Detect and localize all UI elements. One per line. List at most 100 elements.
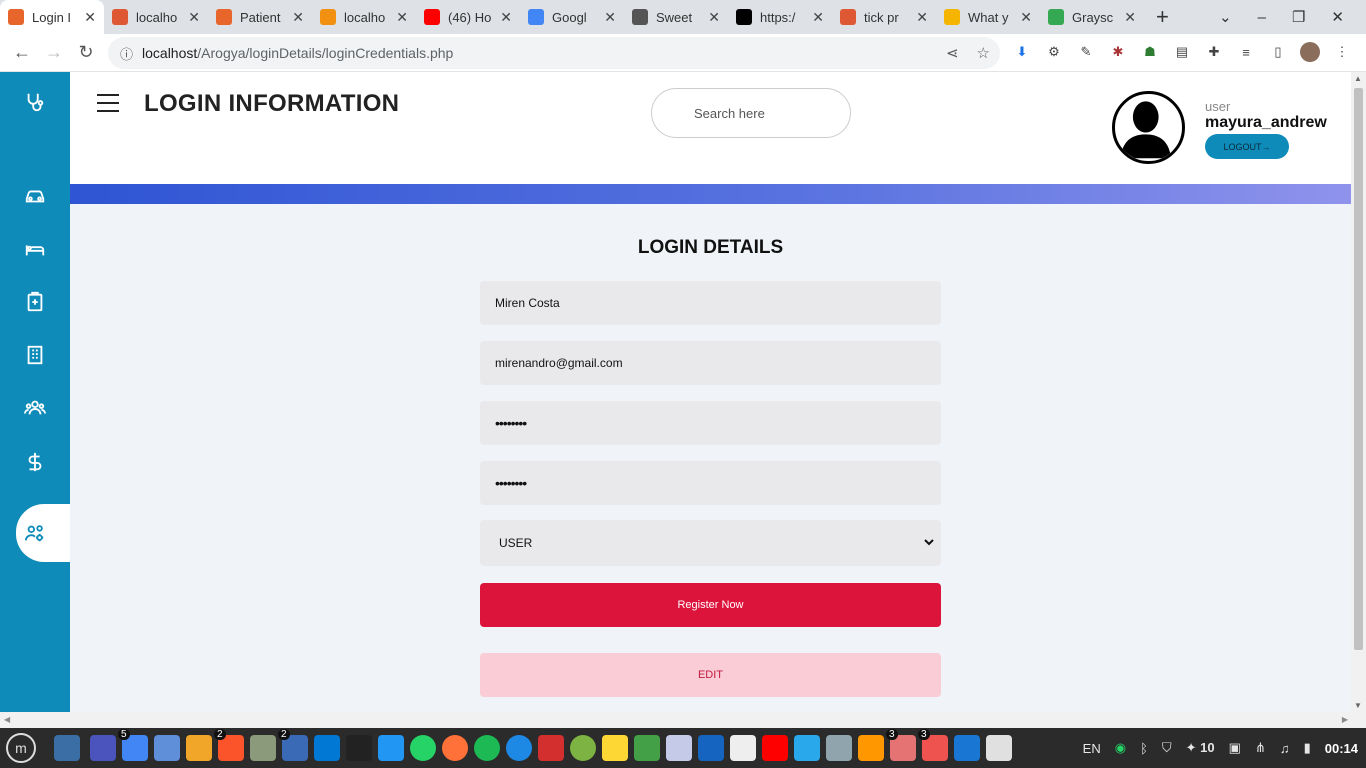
- horizontal-scrollbar[interactable]: ◀ ▶: [0, 712, 1366, 728]
- browser-tab[interactable]: Graysc ✕: [1040, 0, 1144, 34]
- sidebar-item-records[interactable]: [0, 282, 70, 322]
- whatsapp-icon[interactable]: [410, 735, 436, 761]
- brightness-tray-icon[interactable]: ✦ 10: [1186, 740, 1215, 756]
- scroll-up-arrow[interactable]: ▲: [1354, 74, 1362, 83]
- browser-tab[interactable]: https:/ ✕: [728, 0, 832, 34]
- keyboard-language[interactable]: EN: [1083, 741, 1101, 756]
- telegram-icon[interactable]: [794, 735, 820, 761]
- logout-button[interactable]: LOGOUT→: [1205, 134, 1289, 159]
- document-extension-icon[interactable]: ▤: [1172, 42, 1192, 62]
- sidebar-item-beds[interactable]: [0, 229, 70, 269]
- email-field[interactable]: mirenandro@gmail.com: [480, 341, 941, 385]
- inkscape-icon[interactable]: [250, 735, 276, 761]
- sidebar-item-transport[interactable]: [0, 176, 70, 216]
- beta-extension-icon[interactable]: ☗: [1140, 42, 1160, 62]
- brave-icon[interactable]: 2: [214, 729, 244, 761]
- start-menu-icon[interactable]: m: [6, 733, 36, 763]
- tab-close-icon[interactable]: ✕: [1020, 9, 1032, 26]
- system-monitor-icon[interactable]: [378, 735, 404, 761]
- puzzle-extensions-icon[interactable]: ✚: [1204, 42, 1224, 62]
- teams-icon[interactable]: [90, 735, 116, 761]
- tab-search-icon[interactable]: ⌄: [1219, 8, 1232, 26]
- browser-tab[interactable]: localho ✕: [312, 0, 416, 34]
- close-window-button[interactable]: ✕: [1331, 8, 1344, 26]
- file-manager-icon[interactable]: [54, 735, 80, 761]
- whatsapp-tray-icon[interactable]: ◉: [1115, 740, 1126, 756]
- blank-document-icon[interactable]: [730, 735, 756, 761]
- share-icon[interactable]: ⋖: [946, 44, 959, 62]
- bookmark-star-icon[interactable]: ☆: [977, 44, 990, 62]
- browser-tab[interactable]: Patient ✕: [208, 0, 312, 34]
- layers-icon[interactable]: [634, 735, 660, 761]
- browser-tab[interactable]: Googl ✕: [520, 0, 624, 34]
- name-field[interactable]: Miren Costa: [480, 281, 941, 325]
- browser-tab[interactable]: Sweet ✕: [624, 0, 728, 34]
- scroll-left-arrow[interactable]: ◀: [4, 715, 10, 724]
- scroll-down-arrow[interactable]: ▼: [1354, 701, 1362, 710]
- maps-icon[interactable]: [506, 735, 532, 761]
- sublime-icon[interactable]: [186, 735, 212, 761]
- sidebar-item-staff[interactable]: [0, 388, 70, 428]
- terminal-icon[interactable]: [346, 735, 372, 761]
- glasses-app-icon[interactable]: 3: [918, 729, 948, 761]
- tab-close-icon[interactable]: ✕: [188, 9, 200, 26]
- tab-close-icon[interactable]: ✕: [604, 9, 616, 26]
- photos-icon[interactable]: 3: [886, 729, 916, 761]
- tab-close-icon[interactable]: ✕: [396, 9, 408, 26]
- sidebar-item-hospital[interactable]: [0, 335, 70, 375]
- address-bar[interactable]: ⓘ localhost/Arogya/loginDetails/loginCre…: [108, 37, 1000, 69]
- tab-close-icon[interactable]: ✕: [812, 9, 824, 26]
- firefox-icon[interactable]: [442, 735, 468, 761]
- git-icon[interactable]: [858, 735, 884, 761]
- forward-button[interactable]: →: [38, 42, 70, 63]
- role-select[interactable]: USER: [480, 520, 941, 566]
- menu-kebab-icon[interactable]: ⋮: [1332, 42, 1352, 62]
- sound-tray-icon[interactable]: ♫: [1280, 741, 1290, 756]
- sidebar-item-billing[interactable]: [0, 442, 70, 482]
- settings-app-icon[interactable]: [986, 735, 1012, 761]
- media-queue-icon[interactable]: ≡: [1236, 42, 1256, 62]
- tab-close-icon[interactable]: ✕: [500, 9, 512, 26]
- menu-toggle-icon[interactable]: [97, 94, 119, 118]
- password-field[interactable]: ••••••••: [480, 401, 941, 445]
- reload-button[interactable]: ↻: [70, 42, 102, 63]
- sidebar-item-login-details[interactable]: [0, 513, 70, 553]
- network-icon[interactable]: [698, 735, 724, 761]
- browser-tab[interactable]: What y ✕: [936, 0, 1040, 34]
- youtube-icon[interactable]: [762, 735, 788, 761]
- bug-extension-icon[interactable]: ✱: [1108, 42, 1128, 62]
- scroll-thumb[interactable]: [1354, 88, 1363, 650]
- side-panel-icon[interactable]: ▯: [1268, 42, 1288, 62]
- browser-tab[interactable]: Login I ✕: [0, 0, 104, 34]
- browser-tab[interactable]: tick pr ✕: [832, 0, 936, 34]
- browser-tab[interactable]: localho ✕: [104, 0, 208, 34]
- calculator-icon[interactable]: [570, 735, 596, 761]
- github-extension-icon[interactable]: ✎: [1076, 42, 1096, 62]
- zotero-icon[interactable]: [538, 735, 564, 761]
- settings-extension-icon[interactable]: ⚙: [1044, 42, 1064, 62]
- back-button[interactable]: ←: [6, 42, 38, 63]
- text-editor-icon[interactable]: 2: [278, 729, 308, 761]
- tab-close-icon[interactable]: ✕: [916, 9, 928, 26]
- shield-tray-icon[interactable]: ⛉: [1162, 740, 1172, 756]
- folder-icon[interactable]: [154, 735, 180, 761]
- browser-tab[interactable]: (46) Ho ✕: [416, 0, 520, 34]
- tab-close-icon[interactable]: ✕: [1124, 9, 1136, 26]
- profile-avatar[interactable]: [1300, 42, 1320, 62]
- new-tab-button[interactable]: +: [1156, 4, 1169, 30]
- screenshot-icon[interactable]: [826, 735, 852, 761]
- vertical-scrollbar[interactable]: ▲ ▼: [1351, 72, 1366, 712]
- site-info-icon[interactable]: ⓘ: [120, 44, 133, 63]
- register-button[interactable]: Register Now: [480, 583, 941, 627]
- sidebar-item-logo[interactable]: [0, 82, 70, 122]
- chrome-icon[interactable]: 5: [118, 729, 148, 761]
- vscode-icon[interactable]: [314, 735, 340, 761]
- battery-tray-icon[interactable]: ▮: [1304, 740, 1311, 756]
- network-tray-icon[interactable]: ⋔: [1255, 740, 1266, 756]
- bluetooth-tray-icon[interactable]: ᛒ: [1140, 741, 1148, 756]
- tab-close-icon[interactable]: ✕: [708, 9, 720, 26]
- confirm-password-field[interactable]: ••••••••: [480, 461, 941, 505]
- search-input[interactable]: [651, 88, 851, 138]
- tab-close-icon[interactable]: ✕: [84, 9, 96, 26]
- spotify-icon[interactable]: [474, 735, 500, 761]
